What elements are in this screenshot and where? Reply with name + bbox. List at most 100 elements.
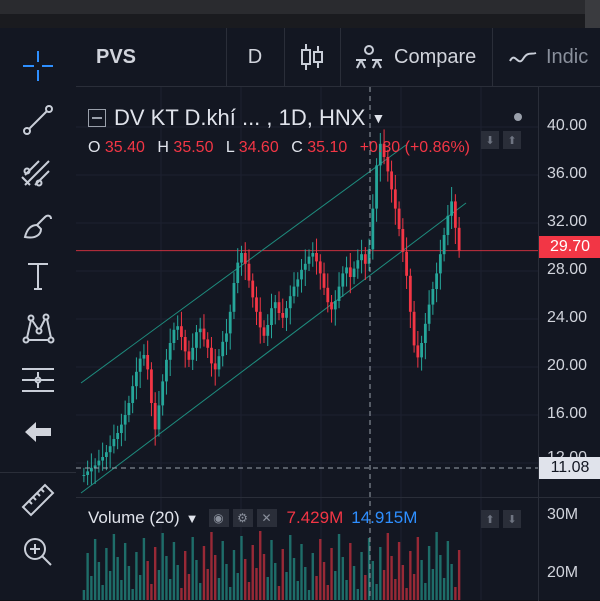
zoom-in-tool[interactable]: [12, 530, 64, 574]
change-value: +0.30 (+0.86%): [359, 139, 470, 156]
ruler-tool[interactable]: [12, 478, 64, 522]
candle-body: [405, 251, 408, 276]
volume-actions: ◉ ⚙ ✕: [208, 509, 277, 527]
candle-body: [97, 460, 101, 466]
candle-body: [401, 229, 405, 252]
price-tick: 20.00: [547, 357, 588, 374]
chart-area[interactable]: DV KT D.khí ... , 1D, HNX ▼ ⬇ ⬆ O 35.40 …: [76, 87, 600, 601]
candle-body: [311, 253, 315, 257]
high-label: H: [157, 139, 169, 156]
candle-body: [112, 439, 116, 447]
pitchfork-tool[interactable]: [12, 150, 64, 194]
open-value: 35.40: [104, 139, 145, 156]
compare-button[interactable]: Compare: [340, 28, 493, 86]
volume-value: 7.429M: [286, 508, 344, 527]
eye-icon[interactable]: ◉: [208, 509, 229, 527]
candle-body: [288, 296, 292, 309]
price-tick: 36.00: [547, 165, 588, 182]
chevron-down-icon[interactable]: ▼: [371, 110, 385, 126]
price-tick: 16.00: [547, 405, 588, 422]
low-label: L: [225, 139, 235, 156]
candle-body: [82, 475, 86, 476]
candle-body: [303, 263, 307, 270]
candle-body: [352, 268, 356, 277]
price-axis[interactable]: 40.00 36.00 32.00 28.00 24.00 20.00 16.0…: [538, 87, 600, 497]
candle-body: [243, 253, 247, 264]
candle-body: [423, 323, 427, 343]
candle-body: [240, 253, 243, 263]
arrow-up-icon[interactable]: ⬆: [481, 510, 499, 528]
candle-body: [296, 279, 300, 287]
candle-body: [210, 347, 213, 364]
candle-body: [187, 351, 191, 360]
symbol-label: PVS: [96, 45, 137, 68]
indicators-button[interactable]: Indic: [492, 28, 600, 86]
candle-body: [371, 208, 375, 250]
candle-body: [322, 273, 326, 288]
candle-body: [120, 424, 123, 433]
symbol-search-button[interactable]: PVS: [76, 28, 227, 86]
candle-body: [221, 341, 225, 357]
candle-body: [427, 304, 431, 324]
close-value: 35.10: [307, 139, 348, 156]
price-tick: 32.00: [547, 213, 588, 230]
candle-body: [386, 157, 390, 172]
price-tick: 24.00: [547, 309, 588, 326]
candle-body: [150, 369, 153, 403]
back-arrow-tool[interactable]: [12, 410, 64, 454]
arrow-down-icon[interactable]: ⬇: [503, 510, 521, 528]
series-legend[interactable]: DV KT D.khí ... , 1D, HNX ▼: [88, 105, 385, 131]
candle-body: [176, 326, 180, 330]
arrow-down-icon[interactable]: ⬇: [481, 131, 499, 149]
candle-body: [217, 356, 221, 370]
candle-body: [393, 189, 397, 209]
volume-arrows: ⬆ ⬇: [481, 510, 521, 528]
crosshair-tool[interactable]: [12, 44, 64, 88]
candle-body: [446, 215, 450, 235]
candles-icon: [301, 44, 323, 70]
candle-body: [127, 403, 131, 415]
trend-line-tool[interactable]: [12, 98, 64, 142]
candle-body: [341, 273, 345, 287]
candle-body: [93, 465, 97, 468]
volume-ma-value: 14.915M: [351, 508, 418, 527]
candle-body: [104, 452, 108, 457]
measure-lines-tool[interactable]: [12, 358, 64, 402]
top-strip-bar: [0, 0, 585, 14]
candle-body: [281, 313, 285, 318]
close-icon[interactable]: ✕: [256, 509, 277, 527]
interval-button[interactable]: D: [226, 28, 285, 86]
arrow-up-icon[interactable]: ⬆: [503, 131, 521, 149]
text-tool[interactable]: [12, 254, 64, 298]
gear-icon[interactable]: ⚙: [232, 509, 253, 527]
indicators-icon: [509, 52, 537, 63]
volume-tick: 20M: [547, 564, 579, 581]
candle-body: [348, 267, 352, 277]
volume-legend[interactable]: Volume (20) ▼ ◉ ⚙ ✕ 7.429M 14.915M: [88, 508, 417, 528]
brush-tool[interactable]: [12, 202, 64, 246]
candle-body: [142, 355, 146, 359]
candle-body: [157, 405, 161, 430]
collapse-icon[interactable]: [88, 109, 106, 127]
candle-body: [431, 289, 435, 305]
top-strip-corner: [585, 0, 600, 28]
candle-body: [232, 283, 236, 312]
compare-label: Compare: [394, 45, 477, 68]
price-tick: 28.00: [547, 261, 588, 278]
candle-body: [180, 326, 183, 337]
candle-body: [397, 208, 401, 229]
volume-pane[interactable]: Volume (20) ▼ ◉ ⚙ ✕ 7.429M 14.915M ⬆ ⬇ 3…: [76, 497, 600, 601]
candle-body: [247, 263, 251, 281]
pattern-tool[interactable]: [12, 306, 64, 350]
status-dot-icon: [514, 113, 522, 121]
high-value: 35.50: [173, 139, 214, 156]
price-tick: 40.00: [547, 117, 588, 134]
chevron-down-icon[interactable]: ▼: [186, 511, 199, 526]
candle-body: [195, 332, 198, 348]
candle-body: [442, 235, 446, 255]
candle-body: [191, 347, 195, 360]
candle-body: [213, 363, 217, 370]
candle-body: [89, 467, 93, 472]
chart-type-button[interactable]: [284, 28, 341, 86]
candle-body: [262, 327, 266, 336]
